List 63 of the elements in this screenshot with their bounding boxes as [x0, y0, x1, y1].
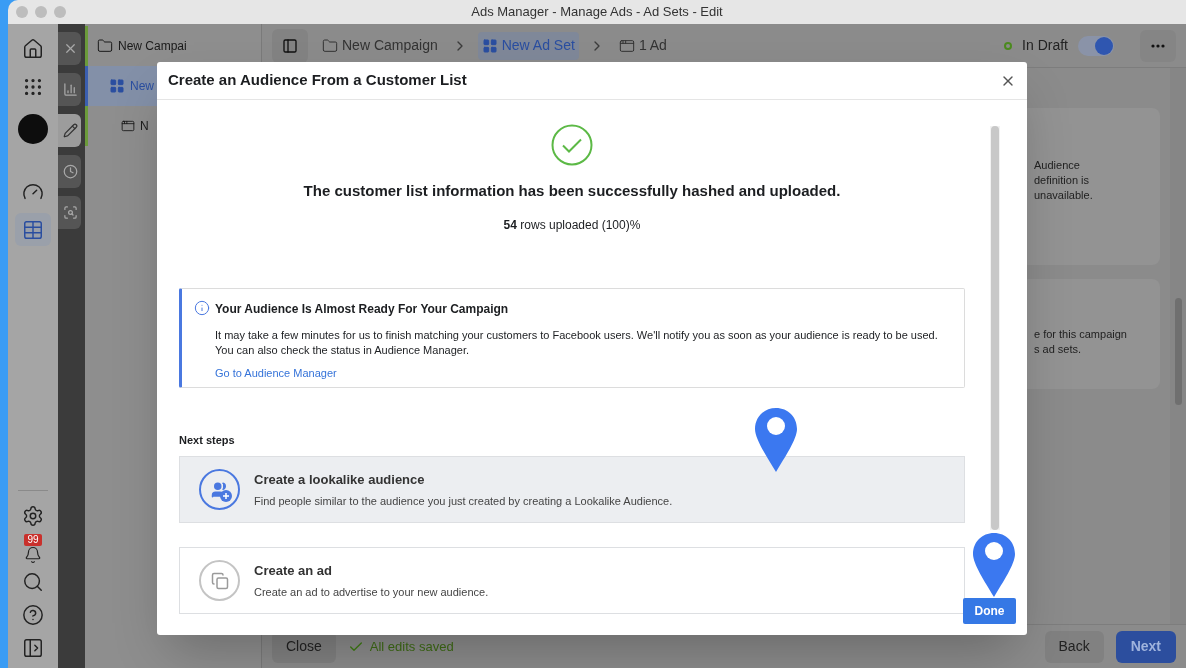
more-button[interactable] [1140, 29, 1176, 62]
breadcrumb[interactable]: 1 Ad [614, 31, 671, 60]
more-icon [1151, 43, 1165, 48]
success-heading: The customer list information has been successfully hashed and uploaded. [303, 181, 841, 201]
upload-count: 54 rows uploaded (100)% [503, 216, 641, 234]
breadcrumb[interactable]: New Campaign [318, 31, 442, 60]
notice-text: It may take a few minutes for us to finish matching your customers to Facebook users. We'll notify you as soon as your audience is ready to be used. You can also check the status in Audience Manager. [215, 327, 939, 358]
chart-search-button[interactable] [58, 196, 81, 229]
bar-chart-icon [63, 82, 78, 97]
folder-icon [322, 37, 338, 54]
audience-manager-link[interactable]: Go to Audience Manager [215, 364, 337, 381]
step-title: Create a lookalike audience [254, 471, 426, 489]
panel-toggle-icon [22, 636, 44, 659]
close-button[interactable] [58, 32, 81, 65]
copy-icon [199, 560, 240, 601]
avatar[interactable] [18, 114, 48, 144]
settings-icon [22, 504, 44, 527]
help-icon [22, 603, 44, 626]
card-text: e for this campaign s ad sets. [1034, 327, 1128, 357]
pencil-button[interactable] [58, 114, 81, 147]
grid-icon [109, 78, 125, 94]
scrollbar-thumb[interactable] [991, 126, 999, 530]
step-title: Create an ad [254, 562, 334, 580]
home-icon [22, 37, 44, 60]
step-option[interactable]: Create a lookalike audience Find people similar to the audience you just created by creating a Lookalike Audience. [179, 456, 965, 523]
add-people-icon [199, 469, 240, 510]
back-button[interactable]: Back [1044, 630, 1104, 663]
sidebar-icon [282, 37, 298, 54]
sidebar-toggle-button[interactable] [272, 28, 308, 63]
chart-search-icon [63, 205, 78, 220]
window-icon [121, 119, 135, 133]
bell-button[interactable]: 99 [15, 532, 51, 565]
window-title: Ads Manager - Manage Ads - Ad Sets - Edit [471, 3, 723, 22]
step-option[interactable]: Create an ad Create an ad to advertise to your new audience. [179, 547, 965, 614]
close-icon [63, 41, 78, 56]
bell-icon [24, 545, 42, 564]
window-icon [618, 37, 635, 54]
info-icon [194, 299, 210, 316]
next-button[interactable]: Next [1115, 630, 1176, 663]
table-icon [22, 218, 44, 241]
search-icon [22, 570, 44, 593]
pencil-icon [63, 123, 78, 138]
clock-icon [63, 164, 78, 179]
step-description: Find people similar to the audience you just created by creating a Lookalike Audience. [254, 493, 673, 509]
notice-title: Your Audience Is Almost Ready For Your Campaign [215, 300, 510, 318]
notification-badge: 99 [24, 533, 42, 546]
section-title: Next steps [179, 432, 235, 448]
done-button[interactable]: Done [963, 598, 1016, 624]
card-text: Audience definition is unavailable. [1034, 158, 1094, 203]
folder-icon [97, 38, 113, 54]
table-button[interactable] [15, 213, 51, 246]
grid-icon [481, 37, 498, 54]
pin-icon [754, 408, 798, 472]
save-status: All edits saved [369, 637, 454, 656]
breadcrumb[interactable]: New Ad Set [477, 31, 579, 60]
bar-chart-button[interactable] [58, 73, 81, 106]
clock-button[interactable] [58, 155, 81, 188]
dialog-title: Create an Audience From a Customer List [168, 70, 467, 91]
status-label: In Draft [1022, 36, 1068, 55]
success-check-icon [551, 124, 593, 166]
toggle-switch[interactable] [1078, 35, 1114, 56]
step-description: Create an ad to advertise to your new audience. [254, 584, 489, 600]
pin-icon [972, 533, 1016, 597]
